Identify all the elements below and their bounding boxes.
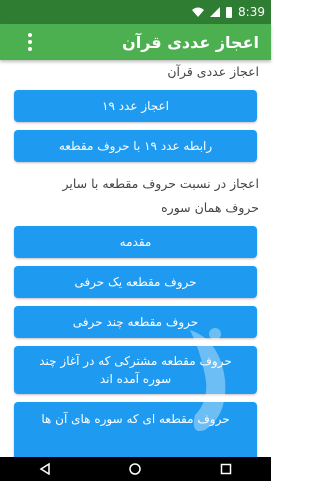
section-title-numeric-miracle: اعجاز عددی قرآن (167, 64, 259, 79)
watermark-logo-icon (190, 328, 226, 431)
navigation-bar (0, 457, 271, 481)
overflow-menu-icon[interactable] (28, 33, 32, 51)
battery-icon (226, 6, 233, 18)
button-single-letter[interactable]: حروف مقطعه یک حرفی (14, 266, 257, 298)
button-miracle-19[interactable]: اعجاز عدد ۱۹ (14, 90, 257, 122)
main-content[interactable]: اعجاز عددی قرآن اعجاز عدد ۱۹ رابطه عدد ۱… (0, 60, 271, 457)
app-bar: اعجاز عددی قرآن (0, 24, 271, 60)
section-title-letters-ratio: اعجاز در نسبت حروف مقطعه با سایر (62, 176, 259, 191)
button-introduction[interactable]: مقدمه (14, 226, 257, 258)
button-19-and-letters[interactable]: رابطه عدد ۱۹ با حروف مقطعه (14, 130, 257, 162)
status-time: 8:39 (238, 5, 265, 19)
recents-icon[interactable] (214, 457, 238, 481)
app-title: اعجاز عددی قرآن (122, 32, 259, 52)
signal-icon (210, 7, 221, 17)
section-title-letters-ratio-line2: حروف همان سوره (161, 200, 259, 215)
status-bar: 8:39 (0, 0, 271, 24)
home-icon[interactable] (123, 457, 147, 481)
back-icon[interactable] (33, 457, 57, 481)
wifi-icon (192, 7, 205, 17)
